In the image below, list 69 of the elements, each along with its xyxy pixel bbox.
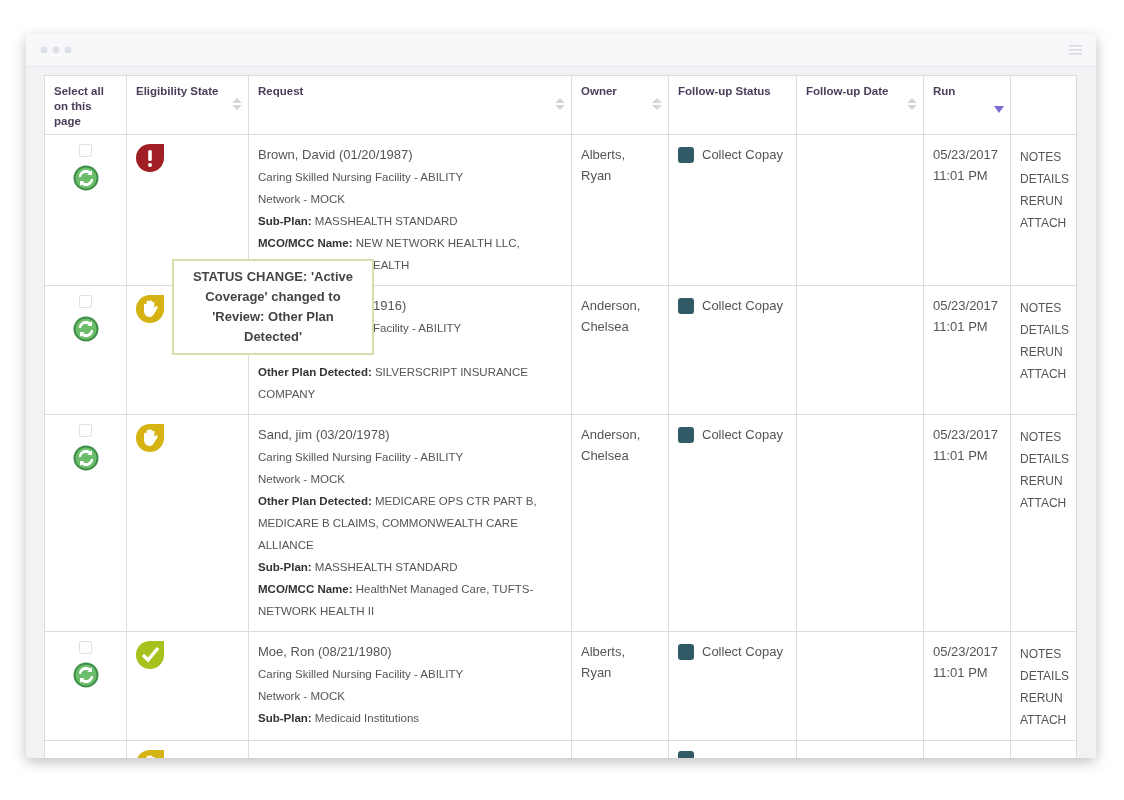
action-link[interactable]: ATTACH xyxy=(1020,212,1067,234)
sort-icon[interactable] xyxy=(232,98,242,110)
request-detail: Other Plan Detected: MEDICARE OPS CTR PART B, MEDICARE B CLAIMS, COMMONWEALTH CARE ALLIANCE xyxy=(258,495,537,551)
patient-name[interactable]: 1916) xyxy=(373,295,407,317)
action-link[interactable]: DETAILS xyxy=(1020,319,1067,341)
action-link[interactable]: ATTACH xyxy=(1020,709,1067,731)
follow-up-status: Collect Copay xyxy=(702,426,783,444)
action-link[interactable]: DETAILS xyxy=(1020,665,1067,687)
owner-name: Anderson, Chelsea xyxy=(581,426,642,465)
action-link[interactable]: ATTACH xyxy=(1020,492,1067,514)
checkbox[interactable] xyxy=(79,295,92,308)
request-detail: Sub-Plan: MASSHEALTH STANDARD xyxy=(258,215,458,227)
run-datetime: 05/23/2017 xyxy=(933,146,1000,164)
request-detail: Caring Skilled Nursing Facility - ABILITY xyxy=(258,668,464,680)
run-datetime: 11:01 PM xyxy=(933,447,989,465)
action-link[interactable]: ATTACH xyxy=(1020,363,1067,385)
run-datetime: 11:01 PM xyxy=(933,318,989,336)
action-link[interactable]: RERUN xyxy=(1020,687,1067,709)
action-link[interactable]: RERUN xyxy=(1020,341,1067,363)
follow-up-status: Collect Copay xyxy=(702,146,783,164)
checkbox[interactable] xyxy=(79,144,92,157)
request-detail: Caring Skilled Nursing Facility - ABILITY xyxy=(258,451,464,463)
run-datetime: 05/23/2017 xyxy=(933,426,1000,444)
run-datetime: 11:01 PM xyxy=(933,664,989,682)
action-link[interactable]: DETAILS xyxy=(1020,168,1067,190)
run-datetime: 11:01 PM xyxy=(933,167,989,185)
action-link[interactable]: RERUN xyxy=(1020,470,1067,492)
action-link[interactable]: NOTES xyxy=(1020,146,1067,168)
request-detail: MCO/MCC Name: HealthNet Managed Care, TUFTS-NETWORK HEALTH II xyxy=(258,583,534,617)
patient-name[interactable]: Brown, David (01/20/1987) xyxy=(258,147,413,162)
request-detail: Network - MOCK xyxy=(258,473,345,485)
request-detail: Sub-Plan: Medicaid Institutions xyxy=(258,712,420,724)
request-detail: Network - MOCK xyxy=(258,193,345,205)
request-detail: Caring Skilled Nursing Facility - ABILITY xyxy=(258,171,464,183)
follow-up-status: Collect Copay xyxy=(702,297,783,315)
checkbox[interactable] xyxy=(79,641,92,654)
owner-name: Anderson, Chelsea xyxy=(581,297,642,336)
sync-icon[interactable] xyxy=(72,316,99,342)
sort-descending-icon[interactable] xyxy=(994,106,1004,113)
request-detail: MCO/MCC Name: NEW NETWORK HEALTH LLC, xyxy=(258,237,520,249)
sort-icon[interactable] xyxy=(652,98,662,110)
action-link[interactable]: NOTES xyxy=(1020,297,1067,319)
action-link[interactable]: DETAILS xyxy=(1020,448,1067,470)
checkbox[interactable] xyxy=(79,424,92,437)
request-detail: EALTH xyxy=(373,258,410,273)
follow-up-status: Collect Copay xyxy=(702,643,783,661)
action-link[interactable]: NOTES xyxy=(1020,643,1067,665)
window-dots-icon xyxy=(40,46,73,54)
run-datetime: 05/23/2017 xyxy=(933,297,1000,315)
request-detail: Sub-Plan: MASSHEALTH STANDARD xyxy=(258,561,458,573)
owner-name: Alberts, Ryan xyxy=(581,643,627,682)
column-header[interactable]: Owner xyxy=(581,84,659,99)
request-detail: Other Plan Detected: SILVERSCRIPT INSURANCE COMPANY xyxy=(258,366,528,400)
run-datetime: 05/23/2017 xyxy=(933,643,1000,661)
status-change-tooltip: STATUS CHANGE: 'Active Coverage' changed to 'Review: Other Plan Detected' xyxy=(172,259,374,355)
menu-icon[interactable] xyxy=(1069,45,1082,55)
patient-name[interactable]: Moe, Ron (08/21/1980) xyxy=(258,644,392,659)
column-header[interactable]: Run xyxy=(933,84,1001,99)
sort-icon[interactable] xyxy=(555,98,565,110)
action-link[interactable]: NOTES xyxy=(1020,426,1067,448)
request-detail: Facility - ABILITY xyxy=(373,321,462,336)
sync-icon[interactable] xyxy=(72,165,99,191)
request-detail: Network - MOCK xyxy=(258,690,345,702)
owner-name: Alberts, Ryan xyxy=(581,146,627,185)
sort-icon[interactable] xyxy=(907,98,917,110)
sync-icon[interactable] xyxy=(72,662,99,688)
action-link[interactable]: RERUN xyxy=(1020,190,1067,212)
patient-name[interactable]: Sand, jim (03/20/1978) xyxy=(258,427,390,442)
sync-icon[interactable] xyxy=(72,445,99,471)
